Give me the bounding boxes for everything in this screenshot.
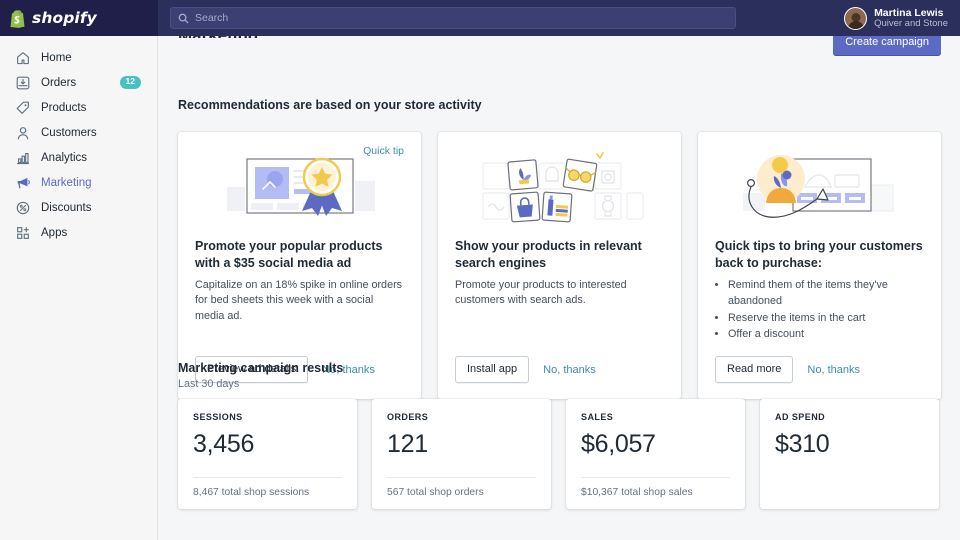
megaphone-icon bbox=[15, 175, 31, 191]
metric-card-sessions: SESSIONS 3,456 8,467 total shop sessions bbox=[178, 399, 357, 509]
account-menu[interactable]: Martina Lewis Quiver and Stone bbox=[844, 0, 960, 36]
tag-icon bbox=[15, 100, 31, 116]
sidebar-item-label: Marketing bbox=[41, 177, 141, 189]
metric-label: SESSIONS bbox=[193, 412, 342, 422]
metric-card-sales: SALES $6,057 $10,367 total shop sales bbox=[566, 399, 745, 509]
sidebar-item-label: Analytics bbox=[41, 152, 141, 164]
card-title: Promote your popular products with a $35… bbox=[195, 238, 404, 272]
metric-label: ORDERS bbox=[387, 412, 536, 422]
sidebar-item-label: Apps bbox=[41, 227, 141, 239]
sidebar-item-label: Discounts bbox=[41, 202, 141, 214]
search-icon bbox=[178, 13, 189, 24]
avatar bbox=[844, 7, 867, 30]
card-actions: Install app No, thanks bbox=[455, 342, 664, 383]
metric-footnote: 567 total shop orders bbox=[387, 477, 536, 498]
recommendations-heading: Recommendations are based on your store … bbox=[178, 98, 482, 112]
customer-return-illustration bbox=[715, 146, 924, 232]
metric-label: SALES bbox=[581, 412, 730, 422]
metric-footnote bbox=[775, 489, 924, 498]
page-title: Marketing bbox=[178, 36, 258, 38]
read-more-button[interactable]: Read more bbox=[715, 356, 793, 383]
recommendation-cards: Quick tip bbox=[178, 132, 941, 399]
install-app-button[interactable]: Install app bbox=[455, 356, 529, 383]
card-body: Capitalize on an 18% spike in online ord… bbox=[195, 278, 404, 325]
person-icon bbox=[15, 125, 31, 141]
search-placeholder: Search bbox=[195, 12, 228, 24]
account-name: Martina Lewis bbox=[874, 7, 948, 19]
metric-cards: SESSIONS 3,456 8,467 total shop sessions… bbox=[178, 399, 939, 509]
metric-value: 121 bbox=[387, 430, 536, 459]
recommendation-card: Show your products in relevant search en… bbox=[438, 132, 681, 399]
metric-value: $6,057 bbox=[581, 430, 730, 459]
sidebar-item-label: Home bbox=[41, 52, 141, 64]
dismiss-link[interactable]: No, thanks bbox=[807, 364, 860, 376]
metric-value: 3,456 bbox=[193, 430, 342, 459]
metric-label: AD SPEND bbox=[775, 412, 924, 422]
metric-footnote: 8,467 total shop sessions bbox=[193, 477, 342, 498]
search-input[interactable]: Search bbox=[170, 7, 736, 29]
orders-icon bbox=[15, 75, 31, 91]
metric-card-orders: ORDERS 121 567 total shop orders bbox=[372, 399, 551, 509]
dismiss-link[interactable]: No, thanks bbox=[543, 364, 596, 376]
list-item: Reserve the items in the cart bbox=[728, 310, 924, 326]
sidebar: Home Orders 12 Products Cust bbox=[0, 36, 158, 540]
quick-tip-label[interactable]: Quick tip bbox=[363, 145, 404, 157]
sidebar-item-label: Products bbox=[41, 102, 141, 114]
sidebar-item-orders[interactable]: Orders 12 bbox=[4, 70, 151, 95]
ad-award-illustration bbox=[195, 146, 404, 232]
brand-wordmark: shopify bbox=[32, 9, 97, 27]
sidebar-item-products[interactable]: Products bbox=[4, 95, 151, 120]
list-item: Offer a discount bbox=[728, 326, 924, 342]
sidebar-item-marketing[interactable]: Marketing bbox=[4, 170, 151, 195]
top-bar: shopify Search Martina Lewis Quiver and … bbox=[0, 0, 960, 36]
sidebar-item-home[interactable]: Home bbox=[4, 45, 151, 70]
account-store: Quiver and Stone bbox=[874, 19, 948, 30]
sidebar-item-label: Orders bbox=[41, 77, 110, 89]
search-area: Search bbox=[158, 7, 844, 29]
card-actions: Read more No, thanks bbox=[715, 342, 924, 383]
shopify-bag-icon bbox=[9, 9, 26, 28]
results-subtitle: Last 30 days bbox=[178, 378, 343, 390]
metric-footnote: $10,367 total shop sales bbox=[581, 477, 730, 498]
home-icon bbox=[15, 50, 31, 66]
results-title: Marketing campaign results bbox=[178, 361, 343, 375]
list-item: Remind them of the items they've abandon… bbox=[728, 277, 924, 310]
sidebar-item-customers[interactable]: Customers bbox=[4, 120, 151, 145]
product-grid-illustration bbox=[455, 146, 664, 232]
sidebar-item-discounts[interactable]: Discounts bbox=[4, 195, 151, 220]
orders-badge: 12 bbox=[120, 76, 141, 88]
card-body: Promote your products to interested cust… bbox=[455, 278, 664, 309]
create-campaign-button[interactable]: Create campaign bbox=[833, 36, 941, 56]
card-title: Show your products in relevant search en… bbox=[455, 238, 664, 272]
metric-value: $310 bbox=[775, 430, 924, 459]
sidebar-item-apps[interactable]: Apps bbox=[4, 220, 151, 245]
logo-zone[interactable]: shopify bbox=[0, 0, 158, 36]
card-title: Quick tips to bring your customers back … bbox=[715, 238, 924, 272]
card-bullet-list: Remind them of the items they've abandon… bbox=[715, 277, 924, 343]
sidebar-item-label: Customers bbox=[41, 127, 141, 139]
sidebar-item-analytics[interactable]: Analytics bbox=[4, 145, 151, 170]
recommendation-card: Quick tips to bring your customers back … bbox=[698, 132, 941, 399]
main-content: Marketing Create campaign Recommendation… bbox=[158, 36, 960, 540]
apps-grid-icon bbox=[15, 225, 31, 241]
metric-card-ad-spend: AD SPEND $310 bbox=[760, 399, 939, 509]
results-header: Marketing campaign results Last 30 days bbox=[178, 361, 343, 390]
discount-icon bbox=[15, 200, 31, 216]
bar-chart-icon bbox=[15, 150, 31, 166]
recommendation-card: Quick tip bbox=[178, 132, 421, 399]
account-text: Martina Lewis Quiver and Stone bbox=[874, 7, 948, 30]
